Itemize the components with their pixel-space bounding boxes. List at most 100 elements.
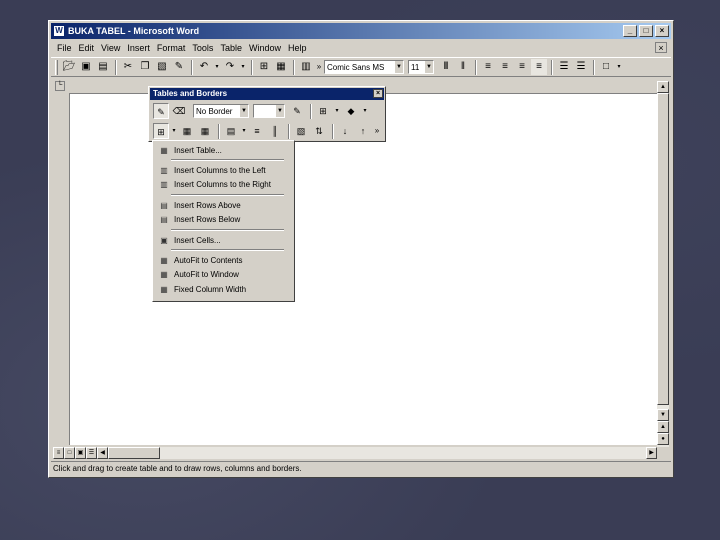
insert-table-dropdown-icon[interactable]: ▾	[171, 123, 177, 139]
print-layout-view-icon[interactable]: ▣	[75, 447, 86, 459]
italic-icon[interactable]: ‖	[455, 59, 471, 75]
word-app-icon[interactable]: W	[53, 25, 65, 37]
shading-color-dropdown-icon[interactable]: ▾	[361, 103, 369, 119]
menu-insert[interactable]: Insert	[127, 43, 150, 53]
insert-table-menu-icon[interactable]: ⊞	[153, 123, 169, 139]
open-icon[interactable]: 📂︎	[61, 59, 77, 75]
menu-tools[interactable]: Tools	[192, 43, 213, 53]
font-name-dropdown-icon[interactable]: ▼	[394, 61, 403, 73]
menu-item-autofit-contents[interactable]: ▦ AutoFit to Contents	[153, 253, 294, 267]
draw-table-icon[interactable]: ✎	[153, 103, 169, 119]
maximize-button[interactable]: □	[639, 25, 653, 37]
menu-item-insert-columns-left[interactable]: ▥ Insert Columns to the Left	[153, 163, 294, 177]
bold-icon[interactable]: ‖	[438, 59, 454, 75]
tables-and-borders-icon[interactable]: ⊞	[256, 59, 272, 75]
border-color-icon[interactable]: ✎	[289, 103, 305, 119]
scroll-left-icon[interactable]: ◀	[97, 447, 108, 459]
horizontal-scroll-track[interactable]	[108, 447, 646, 459]
menu-item-insert-cells[interactable]: ▣ Insert Cells...	[153, 233, 294, 247]
vertical-scrollbar[interactable]: ▲ ▼ ▲ ●	[657, 81, 669, 447]
menu-item-autofit-window[interactable]: ▦ AutoFit to Window	[153, 268, 294, 282]
numbering-icon[interactable]: ☰	[556, 59, 572, 75]
scroll-right-icon[interactable]: ▶	[646, 447, 657, 459]
line-style-select[interactable]: No Border ▼	[193, 104, 249, 118]
paste-icon[interactable]: ▧	[154, 59, 170, 75]
outline-view-icon[interactable]: ☰	[86, 447, 97, 459]
horizontal-scrollbar[interactable]: ≡ □ ▣ ☰ ◀ ▶	[53, 447, 657, 459]
redo-icon[interactable]: ↷	[222, 59, 238, 75]
tables-and-borders-title-bar[interactable]: Tables and Borders ×	[150, 88, 384, 100]
scroll-down-icon[interactable]: ▼	[657, 409, 669, 421]
menu-item-insert-rows-above[interactable]: ▤ Insert Rows Above	[153, 198, 294, 212]
minimize-button[interactable]: _	[623, 25, 637, 37]
copy-icon[interactable]: ❐	[137, 59, 153, 75]
cut-icon[interactable]: ✂	[120, 59, 136, 75]
menu-format[interactable]: Format	[157, 43, 186, 53]
line-style-dropdown-icon[interactable]: ▼	[239, 105, 248, 117]
split-cells-icon[interactable]: ▦	[197, 123, 213, 139]
distribute-columns-icon[interactable]: ║	[267, 123, 283, 139]
tab-selector[interactable]: └	[55, 81, 65, 91]
title-bar[interactable]: W BUKA TABEL - Microsoft Word _ □ ×	[51, 23, 671, 39]
document-map-icon[interactable]: ▥	[298, 59, 314, 75]
border-dropdown-icon[interactable]: ▾	[615, 59, 623, 75]
shading-color-icon[interactable]: ◆	[343, 103, 359, 119]
line-weight-select[interactable]: ▼	[253, 104, 285, 118]
align-dropdown-icon[interactable]: ▾	[241, 123, 247, 139]
web-layout-view-icon[interactable]: □	[64, 447, 75, 459]
align-top-icon[interactable]: ▤	[223, 123, 239, 139]
font-size-select[interactable]: 11 ▼	[408, 60, 434, 74]
align-center-icon[interactable]: ≡	[497, 59, 513, 75]
outside-border-icon[interactable]: ⊞	[315, 103, 331, 119]
undo-icon[interactable]: ↶	[196, 59, 212, 75]
document-close-button[interactable]: ×	[655, 42, 667, 53]
normal-view-icon[interactable]: ≡	[53, 447, 64, 459]
horizontal-scroll-thumb[interactable]	[108, 447, 160, 459]
font-size-dropdown-icon[interactable]: ▼	[424, 61, 433, 73]
menu-item-insert-table[interactable]: ▦ Insert Table...	[153, 143, 294, 157]
save-icon[interactable]: ▣	[78, 59, 94, 75]
menu-help[interactable]: Help	[288, 43, 307, 53]
redo-dropdown-icon[interactable]: ▾	[239, 59, 247, 75]
menu-window[interactable]: Window	[249, 43, 281, 53]
align-left-icon[interactable]: ≡	[480, 59, 496, 75]
scroll-up-icon[interactable]: ▲	[657, 81, 669, 93]
menu-item-insert-rows-below[interactable]: ▤ Insert Rows Below	[153, 213, 294, 227]
undo-dropdown-icon[interactable]: ▾	[213, 59, 221, 75]
align-right-icon[interactable]: ≡	[514, 59, 530, 75]
menu-view[interactable]: View	[101, 43, 120, 53]
sort-descending-icon[interactable]: ↑	[355, 123, 371, 139]
menu-table[interactable]: Table	[220, 43, 242, 53]
eraser-icon[interactable]: ⌫	[171, 103, 187, 119]
print-preview-icon[interactable]: ▤	[95, 59, 111, 75]
bullets-icon[interactable]: ☰	[573, 59, 589, 75]
menu-item-label: Insert Cells...	[174, 235, 221, 245]
select-browse-object-icon[interactable]: ●	[657, 433, 669, 445]
justify-icon[interactable]: ≡	[531, 59, 547, 75]
toolbar-grip[interactable]	[55, 59, 58, 75]
change-text-direction-icon[interactable]: ⇅	[311, 123, 327, 139]
fixed-column-width-icon: ▦	[160, 284, 168, 294]
sort-ascending-icon[interactable]: ↓	[337, 123, 353, 139]
table-autoformat-icon[interactable]: ▧	[293, 123, 309, 139]
format-painter-icon[interactable]: ✎	[171, 59, 187, 75]
toolbar-separator	[475, 59, 477, 75]
menu-item-insert-columns-right[interactable]: ▥ Insert Columns to the Right	[153, 178, 294, 192]
menu-edit[interactable]: Edit	[79, 43, 95, 53]
menu-file[interactable]: File	[57, 43, 72, 53]
font-name-select[interactable]: Comic Sans MS ▼	[324, 60, 404, 74]
scroll-thumb[interactable]	[657, 93, 669, 405]
previous-page-icon[interactable]: ▲	[657, 421, 669, 433]
menu-item-fixed-column-width[interactable]: ▦ Fixed Column Width	[153, 282, 294, 296]
insert-column-left-icon: ▥	[160, 166, 168, 176]
tables-and-borders-close-button[interactable]: ×	[373, 89, 383, 98]
merge-cells-icon[interactable]: ▦	[179, 123, 195, 139]
more-buttons-icon[interactable]: »	[315, 59, 323, 75]
distribute-rows-icon[interactable]: ≡	[249, 123, 265, 139]
close-button[interactable]: ×	[655, 25, 669, 37]
more-buttons-icon[interactable]: »	[373, 123, 381, 139]
insert-table-icon[interactable]: ▦	[273, 59, 289, 75]
line-weight-dropdown-icon[interactable]: ▼	[275, 105, 284, 117]
outside-border-icon[interactable]: □	[598, 59, 614, 75]
outside-border-dropdown-icon[interactable]: ▾	[333, 103, 341, 119]
